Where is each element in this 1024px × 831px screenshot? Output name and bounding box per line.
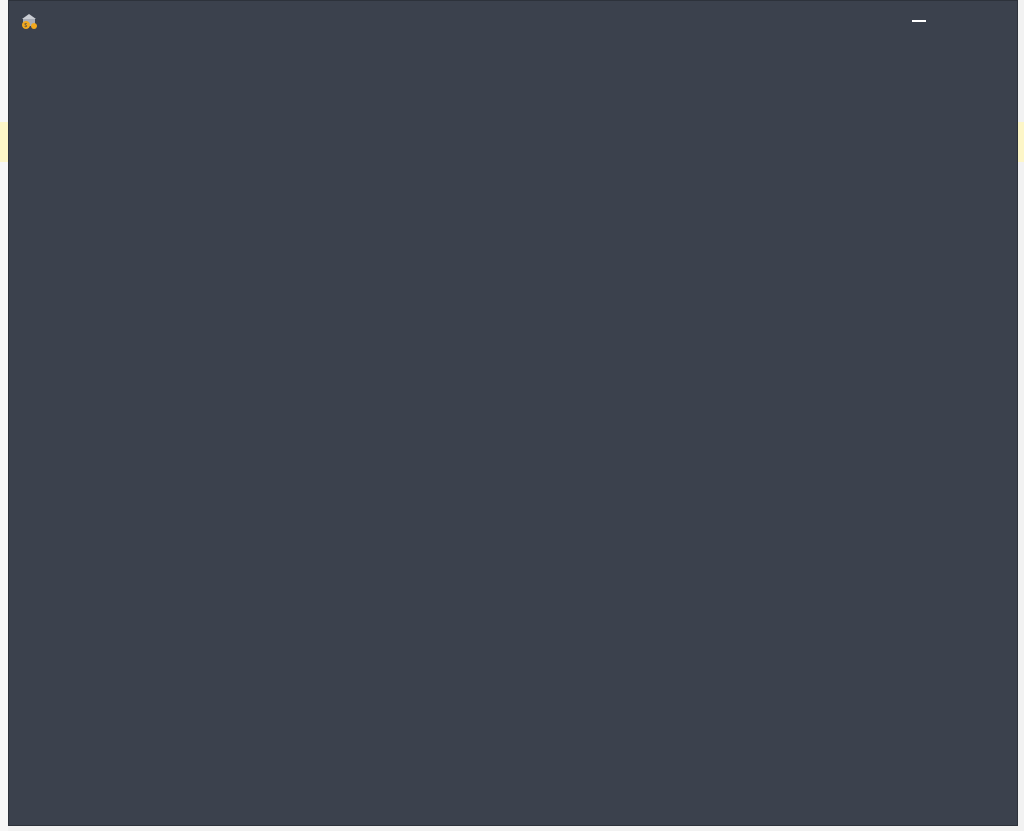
maximize-anchor	[899, 5, 943, 37]
reconcile-statements-window: $	[8, 0, 1018, 826]
bank-app-icon: $	[22, 14, 37, 29]
svg-text:$: $	[24, 23, 27, 29]
title-bar: $	[9, 1, 1017, 43]
background-highlight	[0, 122, 8, 162]
